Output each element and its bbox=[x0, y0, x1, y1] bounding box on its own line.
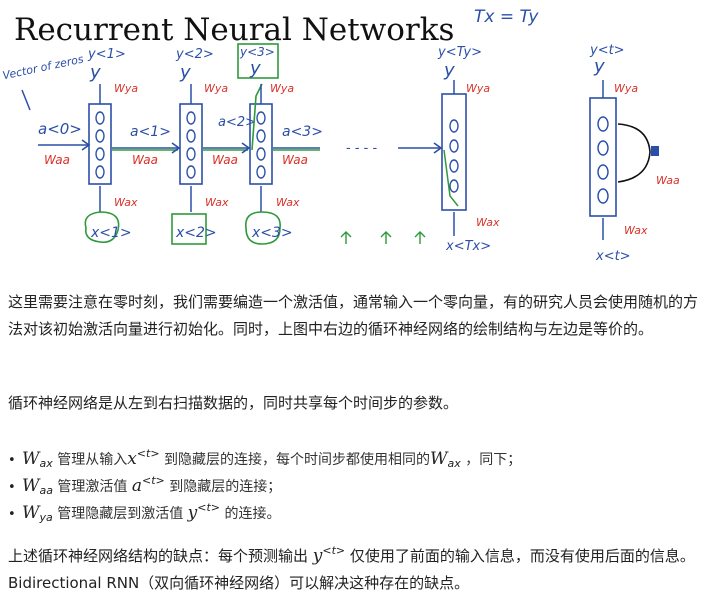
bullet-mark: • bbox=[8, 507, 16, 522]
wya-label-ty: Wya bbox=[466, 82, 490, 95]
rnn-cell-compact bbox=[589, 97, 617, 217]
svg-text:y: y bbox=[179, 62, 191, 83]
tx-equals-ty-note: Tx = Ty bbox=[474, 7, 539, 27]
note-arrow bbox=[21, 89, 31, 111]
yty-label: y<Ty> bbox=[437, 45, 482, 60]
recurrent-loop bbox=[617, 123, 651, 183]
a3-label: a<3> bbox=[282, 124, 323, 140]
slide-title: Recurrent Neural Networks bbox=[14, 12, 454, 48]
bullet-wya: • Wya 管理隐藏层到激活值 y<t> 的连接。 bbox=[8, 494, 704, 524]
wya-label-compact: Wya bbox=[614, 82, 638, 95]
wya-label-1: Wya bbox=[114, 82, 138, 95]
a1-label: a<1> bbox=[130, 124, 171, 140]
rnn-cell-2 bbox=[179, 103, 203, 185]
wax-label-3: Wax bbox=[276, 196, 300, 209]
ellipsis-dashes: - - - - bbox=[346, 141, 377, 156]
waa-label-2: Waa bbox=[212, 153, 238, 167]
waa-label-1: Waa bbox=[132, 153, 158, 167]
waa-label-compact: Waa bbox=[656, 174, 680, 187]
wya-label-2: Wya bbox=[204, 82, 228, 95]
wya-label-3: Wya bbox=[270, 82, 294, 95]
xt-label: x<t> bbox=[595, 249, 631, 264]
y3-label: y<3> bbox=[239, 45, 275, 59]
weight-bullet-list: • Wax 管理从输入x<t> 到隐藏层的连接，每个时间步都使用相同的Wax ，同… bbox=[8, 440, 704, 524]
x1-label: x<1> bbox=[90, 225, 132, 241]
rnn-cell-1 bbox=[88, 103, 112, 185]
svg-text:y: y bbox=[89, 62, 101, 83]
rnn-diagram-figure: Recurrent Neural Networks Tx = Ty Vector… bbox=[0, 0, 715, 268]
a0-label: a<0> bbox=[38, 120, 82, 138]
intro-paragraph: 这里需要注意在零时刻，我们需要编造一个激活值，通常输入一个零向量，有的研究人员会… bbox=[8, 293, 699, 338]
y1-label: y<1> bbox=[87, 47, 126, 62]
waa-label-0: Waa bbox=[44, 153, 70, 167]
xtx-label: x<Tx> bbox=[445, 239, 491, 254]
x3-label: x<3> bbox=[251, 225, 293, 241]
wax-label-compact: Wax bbox=[624, 224, 648, 237]
wax-label-1: Wax bbox=[114, 196, 138, 209]
waa-label-3: Waa bbox=[282, 153, 308, 167]
svg-text:y: y bbox=[249, 58, 261, 79]
y2-label: y<2> bbox=[175, 47, 214, 62]
svg-text:y: y bbox=[593, 56, 605, 77]
wax-label-2: Wax bbox=[205, 196, 229, 209]
x2-label: x<2> bbox=[175, 225, 217, 241]
scan-paragraph: 循环神经网络是从左到右扫描数据的，同时共享每个时间步的参数。 bbox=[8, 394, 459, 412]
bullet-wax: • Wax 管理从输入x<t> 到隐藏层的连接，每个时间步都使用相同的Wax ，同… bbox=[8, 440, 704, 470]
drawback-paragraph: 上述循环神经网络结构的缺点：每个预测输出 y<t> 仅使用了前面的输入信息，而没… bbox=[8, 544, 695, 592]
vector-of-zeros-note: Vector of zeros bbox=[1, 52, 85, 82]
wax-label-ty: Wax bbox=[476, 216, 500, 229]
rnn-diagram-svg: Recurrent Neural Networks Tx = Ty Vector… bbox=[1, 7, 680, 264]
bullet-waa: • Waa 管理激活值 a<t> 到隐藏层的连接； bbox=[8, 467, 704, 497]
svg-text:y: y bbox=[443, 60, 455, 81]
